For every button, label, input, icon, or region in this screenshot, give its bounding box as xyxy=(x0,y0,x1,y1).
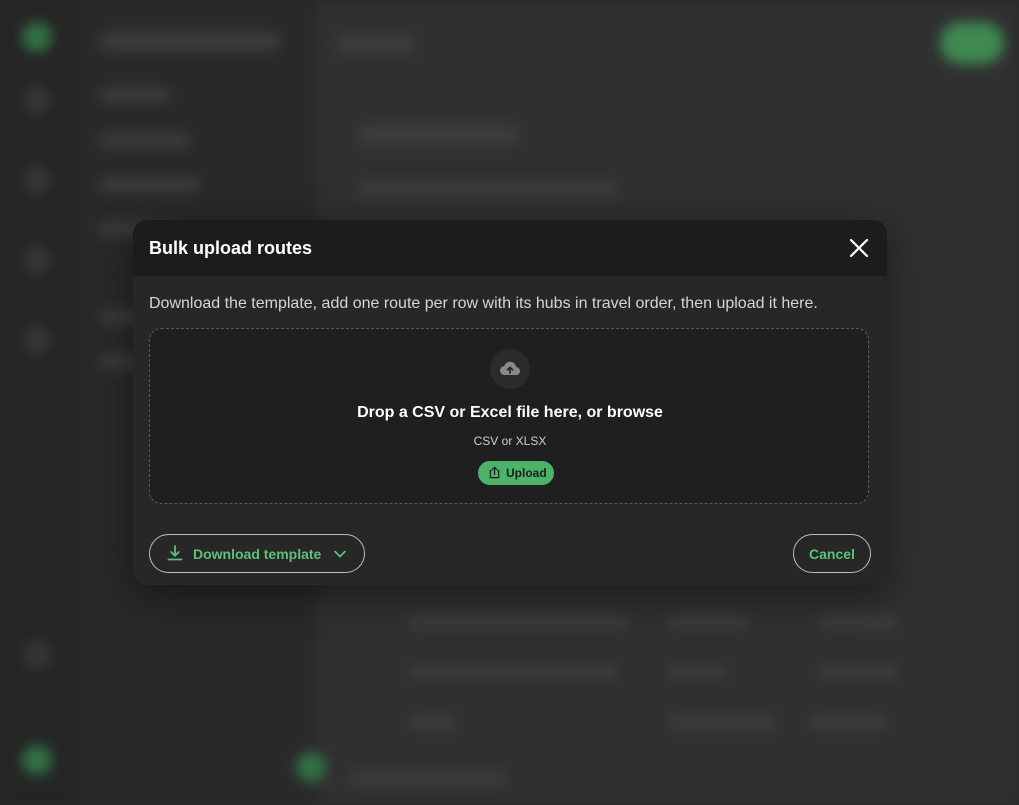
dropzone-formats: CSV or XLSX xyxy=(473,434,547,448)
dialog-header: Bulk upload routes xyxy=(133,220,887,276)
cancel-button[interactable]: Cancel xyxy=(793,534,871,573)
upload-icon xyxy=(489,466,500,479)
file-dropzone[interactable]: Drop a CSV or Excel file here, or browse… xyxy=(149,328,869,504)
upload-button-label: Upload xyxy=(506,466,547,480)
cloud-upload-icon xyxy=(490,349,530,389)
instructions-text: Download the template, add one route per… xyxy=(149,295,818,312)
download-template-button[interactable]: Download template xyxy=(149,534,365,573)
close-button[interactable] xyxy=(845,234,873,262)
bulk-upload-dialog: Bulk upload routes Download the template… xyxy=(133,220,887,585)
download-template-label: Download template xyxy=(193,546,322,562)
dropzone-title: Drop a CSV or Excel file here, or browse xyxy=(357,404,663,421)
cancel-button-label: Cancel xyxy=(809,546,855,562)
upload-button[interactable]: Upload xyxy=(478,461,554,485)
close-icon xyxy=(849,238,869,258)
download-icon xyxy=(167,545,183,561)
chevron-down-icon xyxy=(334,550,346,558)
dialog-title: Bulk upload routes xyxy=(149,238,313,258)
